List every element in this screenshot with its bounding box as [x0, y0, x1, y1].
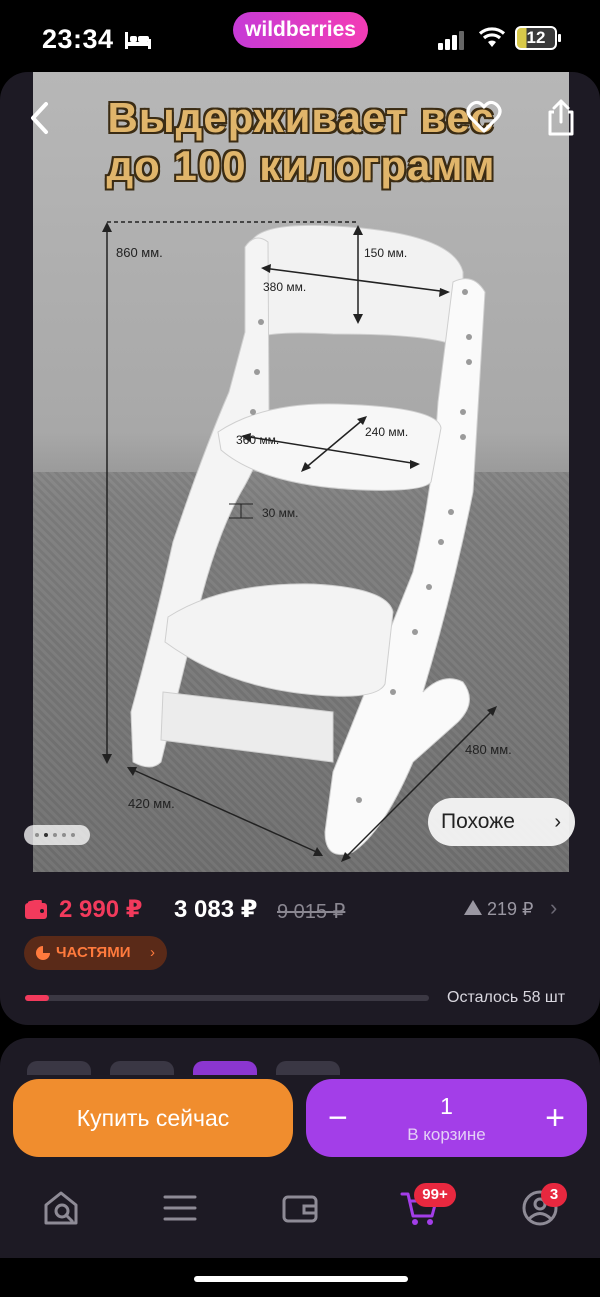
wallet-price: 2 990 ₽: [59, 896, 143, 923]
status-time: 23:34: [42, 24, 114, 54]
dim-gap: 30 мм.: [262, 506, 299, 520]
variant-thumbnail-selected[interactable]: [193, 1061, 257, 1075]
carousel-dot: [62, 833, 66, 837]
wallet-tab-icon[interactable]: [280, 1188, 320, 1228]
battery-icon: 12: [515, 26, 557, 50]
price-up-icon: [464, 900, 482, 915]
buy-now-button[interactable]: Купить сейчас: [13, 1079, 293, 1157]
headline-line-2: до 100 килограмм: [106, 142, 496, 189]
dim-back-width: 380 мм.: [263, 280, 307, 294]
variant-thumbnail[interactable]: [276, 1061, 340, 1075]
battery-nub: [558, 34, 561, 42]
sleep-mode-icon: [125, 32, 151, 49]
stock-progress-bar: [25, 995, 429, 1001]
chevron-right-icon: ›: [550, 895, 558, 920]
old-price: 9 015 ₽: [277, 901, 346, 923]
share-icon[interactable]: [543, 98, 579, 138]
cellular-signal-icon: [438, 31, 464, 50]
heart-icon[interactable]: [466, 100, 502, 134]
similar-label: Похоже: [441, 810, 515, 833]
dim-base-depth: 480 мм.: [465, 742, 512, 757]
dim-base-width: 420 мм.: [128, 796, 175, 811]
stock-remaining: Осталось 58 шт: [447, 989, 566, 1006]
increase-quantity-button[interactable]: +: [545, 1079, 565, 1157]
installments-label: ЧАСТЯМИ: [56, 944, 131, 961]
profile-badge: 3: [541, 1183, 567, 1207]
home-indicator: [194, 1276, 408, 1282]
variant-thumbnail[interactable]: [110, 1061, 174, 1075]
variant-thumbnail[interactable]: [27, 1061, 91, 1075]
back-arrow-icon[interactable]: [24, 98, 56, 138]
home-search-icon[interactable]: [41, 1188, 81, 1228]
dim-seat-depth: 240 мм.: [365, 425, 409, 439]
status-bar: 23:34 wildberries 12: [0, 0, 600, 72]
price: 3 083 ₽: [174, 896, 258, 923]
product-card: Выдерживает вес до 100 килограмм 860 мм.…: [0, 72, 600, 1025]
price-row[interactable]: 2 990 ₽ 3 083 ₽ 9 015 ₽ 219 ₽ ›: [0, 890, 600, 934]
carousel-dot: [35, 833, 39, 837]
price-difference: 219 ₽: [487, 899, 534, 919]
chevron-right-icon: ›: [150, 944, 155, 961]
carousel-dot: [53, 833, 57, 837]
cart-stepper: − 1 В корзине +: [306, 1079, 587, 1157]
chevron-right-icon: ›: [554, 811, 561, 833]
wifi-icon: [478, 27, 506, 47]
dim-height: 860 мм.: [116, 245, 163, 260]
pie-chart-icon: [36, 946, 50, 960]
similar-button[interactable]: Похоже ›: [428, 798, 575, 846]
installments-button[interactable]: ЧАСТЯМИ ›: [24, 936, 167, 970]
carousel-indicator[interactable]: [24, 825, 90, 845]
cart-badge: 99+: [414, 1183, 456, 1207]
dim-seat-width: 360 мм.: [236, 433, 280, 447]
catalog-menu-icon[interactable]: [160, 1188, 200, 1228]
carousel-dot-active: [44, 833, 48, 837]
wildberries-logo: wildberries: [233, 12, 368, 48]
wallet-icon: [25, 900, 47, 919]
stock-progress-fill: [25, 995, 50, 1001]
product-image[interactable]: Выдерживает вес до 100 килограмм 860 мм.…: [33, 72, 569, 872]
dim-back-height: 150 мм.: [364, 246, 408, 260]
battery-level: 12: [526, 28, 546, 47]
carousel-dot: [71, 833, 75, 837]
